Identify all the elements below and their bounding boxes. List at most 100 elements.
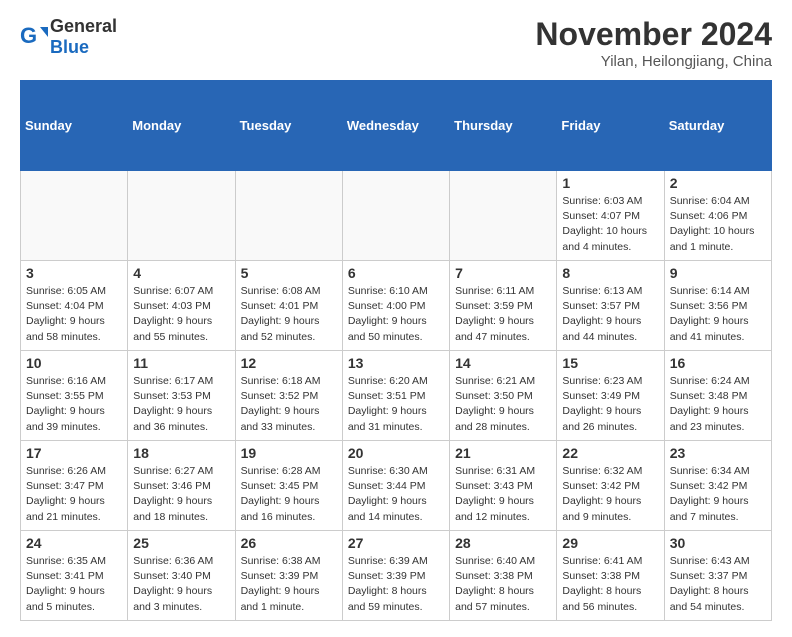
col-header-monday: Monday: [128, 81, 235, 171]
calendar-cell: 16 Sunrise: 6:24 AM Sunset: 3:48 PM Dayli…: [664, 351, 771, 441]
calendar-cell: 22 Sunrise: 6:32 AM Sunset: 3:42 PM Dayli…: [557, 441, 664, 531]
week-row-1: 1Sunrise: 6:03 AM Sunset: 4:07 PM Daylig…: [21, 171, 772, 261]
calendar-cell: 30 Sunrise: 6:43 AM Sunset: 3:37 PM Dayli…: [664, 531, 771, 621]
day-number: 13: [348, 355, 444, 371]
day-number: 27: [348, 535, 444, 551]
day-number: 12: [241, 355, 337, 371]
day-number: 16: [670, 355, 766, 371]
calendar-cell: 5Sunrise: 6:08 AM Sunset: 4:01 PM Daylig…: [235, 261, 342, 351]
day-number: 9: [670, 265, 766, 281]
day-number: 20: [348, 445, 444, 461]
day-detail: Sunrise: 6:31 AM Sunset: 3:43 PM Dayligh…: [455, 465, 535, 523]
day-detail: Sunrise: 6:36 AM Sunset: 3:40 PM Dayligh…: [133, 555, 213, 613]
calendar-cell: 18Sunrise: 6:27 AM Sunset: 3:46 PM Dayli…: [128, 441, 235, 531]
calendar-cell: 14 Sunrise: 6:21 AM Sunset: 3:50 PM Dayli…: [450, 351, 557, 441]
logo-icon: G: [20, 23, 48, 51]
calendar-cell: 25 Sunrise: 6:36 AM Sunset: 3:40 PM Dayli…: [128, 531, 235, 621]
day-number: 14: [455, 355, 551, 371]
svg-text:G: G: [20, 23, 37, 48]
day-detail: Sunrise: 6:18 AM Sunset: 3:52 PM Dayligh…: [241, 375, 321, 433]
col-header-tuesday: Tuesday: [235, 81, 342, 171]
calendar-cell: 2 Sunrise: 6:04 AM Sunset: 4:06 PM Daylig…: [664, 171, 771, 261]
calendar-container: G General Blue November 2024 Yilan, Heil…: [0, 0, 792, 637]
day-detail: Sunrise: 6:30 AM Sunset: 3:44 PM Dayligh…: [348, 465, 428, 523]
day-detail: Sunrise: 6:07 AM Sunset: 4:03 PM Dayligh…: [133, 285, 213, 343]
day-number: 22: [562, 445, 658, 461]
day-detail: Sunrise: 6:16 AM Sunset: 3:55 PM Dayligh…: [26, 375, 106, 433]
week-row-4: 17Sunrise: 6:26 AM Sunset: 3:47 PM Dayli…: [21, 441, 772, 531]
day-detail: Sunrise: 6:43 AM Sunset: 3:37 PM Dayligh…: [670, 555, 750, 613]
day-detail: Sunrise: 6:41 AM Sunset: 3:38 PM Dayligh…: [562, 555, 642, 613]
day-detail: Sunrise: 6:05 AM Sunset: 4:04 PM Dayligh…: [26, 285, 106, 343]
day-detail: Sunrise: 6:21 AM Sunset: 3:50 PM Dayligh…: [455, 375, 535, 433]
day-detail: Sunrise: 6:11 AM Sunset: 3:59 PM Dayligh…: [455, 285, 534, 343]
day-detail: Sunrise: 6:04 AM Sunset: 4:06 PM Dayligh…: [670, 195, 755, 253]
day-number: 7: [455, 265, 551, 281]
calendar-cell: [450, 171, 557, 261]
day-detail: Sunrise: 6:28 AM Sunset: 3:45 PM Dayligh…: [241, 465, 321, 523]
calendar-table: SundayMondayTuesdayWednesdayThursdayFrid…: [20, 80, 772, 621]
calendar-cell: 19 Sunrise: 6:28 AM Sunset: 3:45 PM Dayli…: [235, 441, 342, 531]
calendar-cell: 29Sunrise: 6:41 AM Sunset: 3:38 PM Dayli…: [557, 531, 664, 621]
week-row-2: 3 Sunrise: 6:05 AM Sunset: 4:04 PM Daylig…: [21, 261, 772, 351]
day-number: 10: [26, 355, 122, 371]
calendar-cell: 7 Sunrise: 6:11 AM Sunset: 3:59 PM Daylig…: [450, 261, 557, 351]
day-number: 1: [562, 175, 658, 191]
calendar-cell: [235, 171, 342, 261]
day-detail: Sunrise: 6:10 AM Sunset: 4:00 PM Dayligh…: [348, 285, 428, 343]
calendar-cell: [21, 171, 128, 261]
day-number: 25: [133, 535, 229, 551]
day-number: 15: [562, 355, 658, 371]
calendar-title: November 2024: [535, 16, 772, 53]
day-number: 28: [455, 535, 551, 551]
day-number: 8: [562, 265, 658, 281]
calendar-cell: 17Sunrise: 6:26 AM Sunset: 3:47 PM Dayli…: [21, 441, 128, 531]
day-number: 24: [26, 535, 122, 551]
calendar-cell: 13 Sunrise: 6:20 AM Sunset: 3:51 PM Dayli…: [342, 351, 449, 441]
logo-blue: Blue: [50, 37, 89, 57]
calendar-cell: 23 Sunrise: 6:34 AM Sunset: 3:42 PM Dayli…: [664, 441, 771, 531]
day-number: 30: [670, 535, 766, 551]
day-detail: Sunrise: 6:34 AM Sunset: 3:42 PM Dayligh…: [670, 465, 750, 523]
logo-general: General: [50, 16, 117, 36]
day-number: 11: [133, 355, 229, 371]
day-detail: Sunrise: 6:26 AM Sunset: 3:47 PM Dayligh…: [26, 465, 106, 523]
calendar-cell: 26 Sunrise: 6:38 AM Sunset: 3:39 PM Dayli…: [235, 531, 342, 621]
day-detail: Sunrise: 6:35 AM Sunset: 3:41 PM Dayligh…: [26, 555, 106, 613]
day-number: 6: [348, 265, 444, 281]
day-detail: Sunrise: 6:20 AM Sunset: 3:51 PM Dayligh…: [348, 375, 428, 433]
day-number: 23: [670, 445, 766, 461]
calendar-header-row: SundayMondayTuesdayWednesdayThursdayFrid…: [21, 81, 772, 171]
calendar-cell: 6 Sunrise: 6:10 AM Sunset: 4:00 PM Daylig…: [342, 261, 449, 351]
day-number: 2: [670, 175, 766, 191]
calendar-cell: 21 Sunrise: 6:31 AM Sunset: 3:43 PM Dayli…: [450, 441, 557, 531]
day-detail: Sunrise: 6:24 AM Sunset: 3:48 PM Dayligh…: [670, 375, 750, 433]
calendar-cell: 3 Sunrise: 6:05 AM Sunset: 4:04 PM Daylig…: [21, 261, 128, 351]
day-detail: Sunrise: 6:08 AM Sunset: 4:01 PM Dayligh…: [241, 285, 321, 343]
day-detail: Sunrise: 6:13 AM Sunset: 3:57 PM Dayligh…: [562, 285, 642, 343]
day-detail: Sunrise: 6:27 AM Sunset: 3:46 PM Dayligh…: [133, 465, 213, 523]
week-row-5: 24 Sunrise: 6:35 AM Sunset: 3:41 PM Dayli…: [21, 531, 772, 621]
day-number: 4: [133, 265, 229, 281]
calendar-cell: 9 Sunrise: 6:14 AM Sunset: 3:56 PM Daylig…: [664, 261, 771, 351]
title-block: November 2024 Yilan, Heilongjiang, China: [535, 16, 772, 70]
calendar-cell: 4 Sunrise: 6:07 AM Sunset: 4:03 PM Daylig…: [128, 261, 235, 351]
calendar-cell: 15 Sunrise: 6:23 AM Sunset: 3:49 PM Dayli…: [557, 351, 664, 441]
day-detail: Sunrise: 6:23 AM Sunset: 3:49 PM Dayligh…: [562, 375, 642, 433]
day-detail: Sunrise: 6:14 AM Sunset: 3:56 PM Dayligh…: [670, 285, 750, 343]
calendar-cell: 10 Sunrise: 6:16 AM Sunset: 3:55 PM Dayli…: [21, 351, 128, 441]
day-number: 26: [241, 535, 337, 551]
calendar-cell: [342, 171, 449, 261]
day-number: 19: [241, 445, 337, 461]
day-detail: Sunrise: 6:38 AM Sunset: 3:39 PM Dayligh…: [241, 555, 321, 613]
day-detail: Sunrise: 6:17 AM Sunset: 3:53 PM Dayligh…: [133, 375, 213, 433]
calendar-cell: 8 Sunrise: 6:13 AM Sunset: 3:57 PM Daylig…: [557, 261, 664, 351]
calendar-cell: 11 Sunrise: 6:17 AM Sunset: 3:53 PM Dayli…: [128, 351, 235, 441]
col-header-sunday: Sunday: [21, 81, 128, 171]
day-number: 21: [455, 445, 551, 461]
col-header-thursday: Thursday: [450, 81, 557, 171]
day-number: 3: [26, 265, 122, 281]
calendar-cell: 24 Sunrise: 6:35 AM Sunset: 3:41 PM Dayli…: [21, 531, 128, 621]
day-detail: Sunrise: 6:32 AM Sunset: 3:42 PM Dayligh…: [562, 465, 642, 523]
calendar-cell: 1Sunrise: 6:03 AM Sunset: 4:07 PM Daylig…: [557, 171, 664, 261]
